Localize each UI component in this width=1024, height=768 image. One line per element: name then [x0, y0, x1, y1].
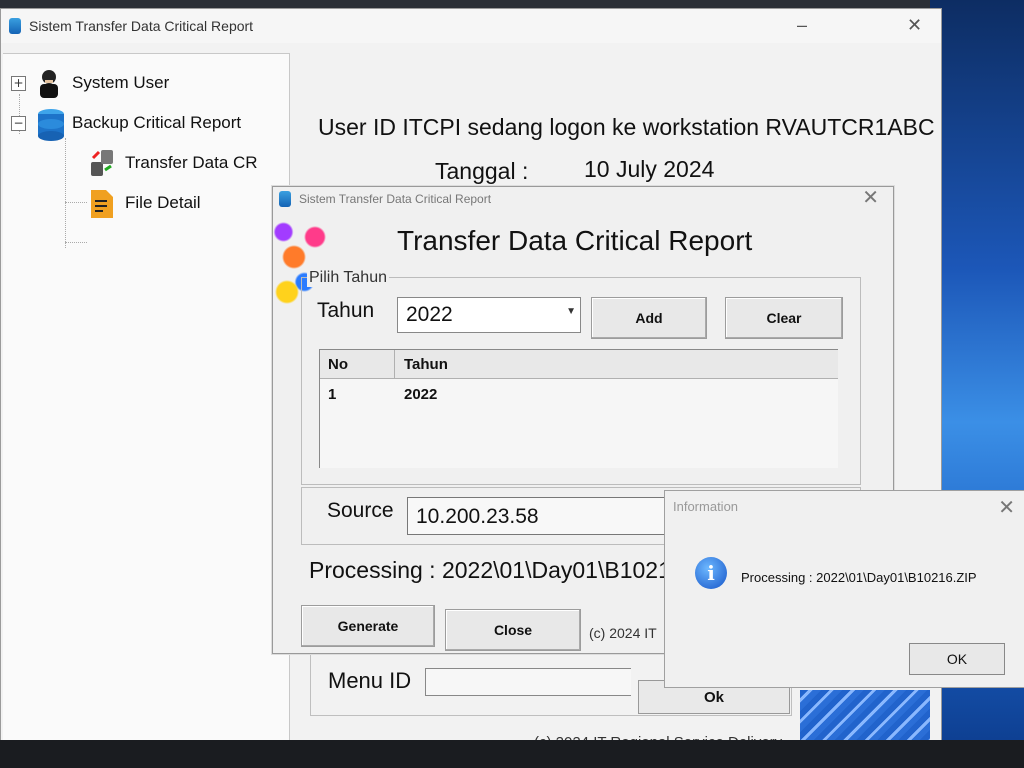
tahun-label: Tahun: [317, 299, 375, 322]
database-icon: [36, 108, 64, 141]
info-close-button[interactable]: ✕: [998, 495, 1015, 520]
tahun-select[interactable]: 2022 ▼: [397, 297, 581, 333]
date-value: 10 July 2024: [584, 156, 715, 182]
info-message: Processing : 2022\01\Day01\B10216.ZIP: [741, 570, 977, 585]
list-header: No Tahun: [320, 350, 838, 379]
monitor-bezel: [0, 740, 1024, 768]
tahun-selected-value: 2022: [406, 303, 453, 326]
tree-item-system-user[interactable]: + System User: [11, 68, 169, 98]
window-title: Sistem Transfer Data Critical Report: [29, 18, 254, 34]
logon-info: User ID ITCPI sedang logon ke workstatio…: [318, 114, 935, 140]
cell-tahun: 2022: [404, 386, 438, 403]
date-label: Tanggal :: [435, 158, 529, 184]
info-icon: i: [695, 557, 727, 589]
tree-item-label: System User: [72, 73, 170, 92]
navigation-tree: + System User − Backup Critical Report T…: [3, 53, 290, 744]
info-dialog-title: Information: [673, 499, 739, 514]
tree-item-label: Transfer Data CR: [125, 153, 258, 172]
group-label: Pilih Tahun: [307, 269, 389, 287]
dialog-title-bar: Sistem Transfer Data Critical Report: [279, 191, 491, 207]
expand-icon[interactable]: +: [11, 75, 26, 91]
source-label: Source: [327, 499, 394, 522]
dialog-footer: (c) 2024 IT: [589, 625, 657, 641]
file-icon: [89, 188, 115, 218]
info-ok-button[interactable]: OK: [909, 643, 1005, 675]
add-button[interactable]: Add: [591, 297, 707, 339]
menu-id-label: Menu ID: [328, 668, 412, 693]
tree-item-transfer-data-cr[interactable]: Transfer Data CR: [89, 148, 258, 178]
user-icon: [36, 68, 62, 98]
generate-button[interactable]: Generate: [301, 605, 435, 647]
tree-item-file-detail[interactable]: File Detail: [89, 188, 201, 218]
close-dialog-button[interactable]: Close: [445, 609, 581, 651]
chevron-down-icon[interactable]: ▼: [566, 306, 576, 317]
minimize-button[interactable]: –: [797, 15, 807, 36]
tree-item-label: Backup Critical Report: [72, 113, 242, 132]
close-button[interactable]: ✕: [907, 15, 922, 36]
dialog-title: Sistem Transfer Data Critical Report: [299, 192, 492, 206]
processing-status: Processing : 2022\01\Day01\B1021: [309, 557, 669, 583]
clear-button[interactable]: Clear: [725, 297, 843, 339]
app-icon: [279, 191, 291, 207]
collapse-icon[interactable]: −: [11, 115, 26, 131]
dialog-close-button[interactable]: ✕: [862, 185, 879, 210]
transfer-icon: [89, 148, 115, 178]
column-header-tahun[interactable]: Tahun: [404, 356, 448, 373]
cell-no: 1: [328, 386, 337, 403]
dialog-heading: Transfer Data Critical Report: [397, 225, 753, 256]
year-list[interactable]: No Tahun 1 2022: [319, 349, 838, 468]
information-dialog: Information ✕ i Processing : 2022\01\Day…: [664, 490, 1024, 688]
menu-id-input[interactable]: [425, 668, 631, 696]
table-row[interactable]: 1 2022: [320, 384, 838, 406]
tree-item-label: File Detail: [125, 193, 201, 212]
source-value: 10.200.23.58: [416, 505, 539, 528]
tree-item-backup-critical-report[interactable]: − Backup Critical Report: [11, 108, 242, 141]
app-icon: [9, 18, 21, 34]
column-header-no[interactable]: No: [328, 356, 348, 373]
source-input[interactable]: 10.200.23.58: [407, 497, 689, 535]
